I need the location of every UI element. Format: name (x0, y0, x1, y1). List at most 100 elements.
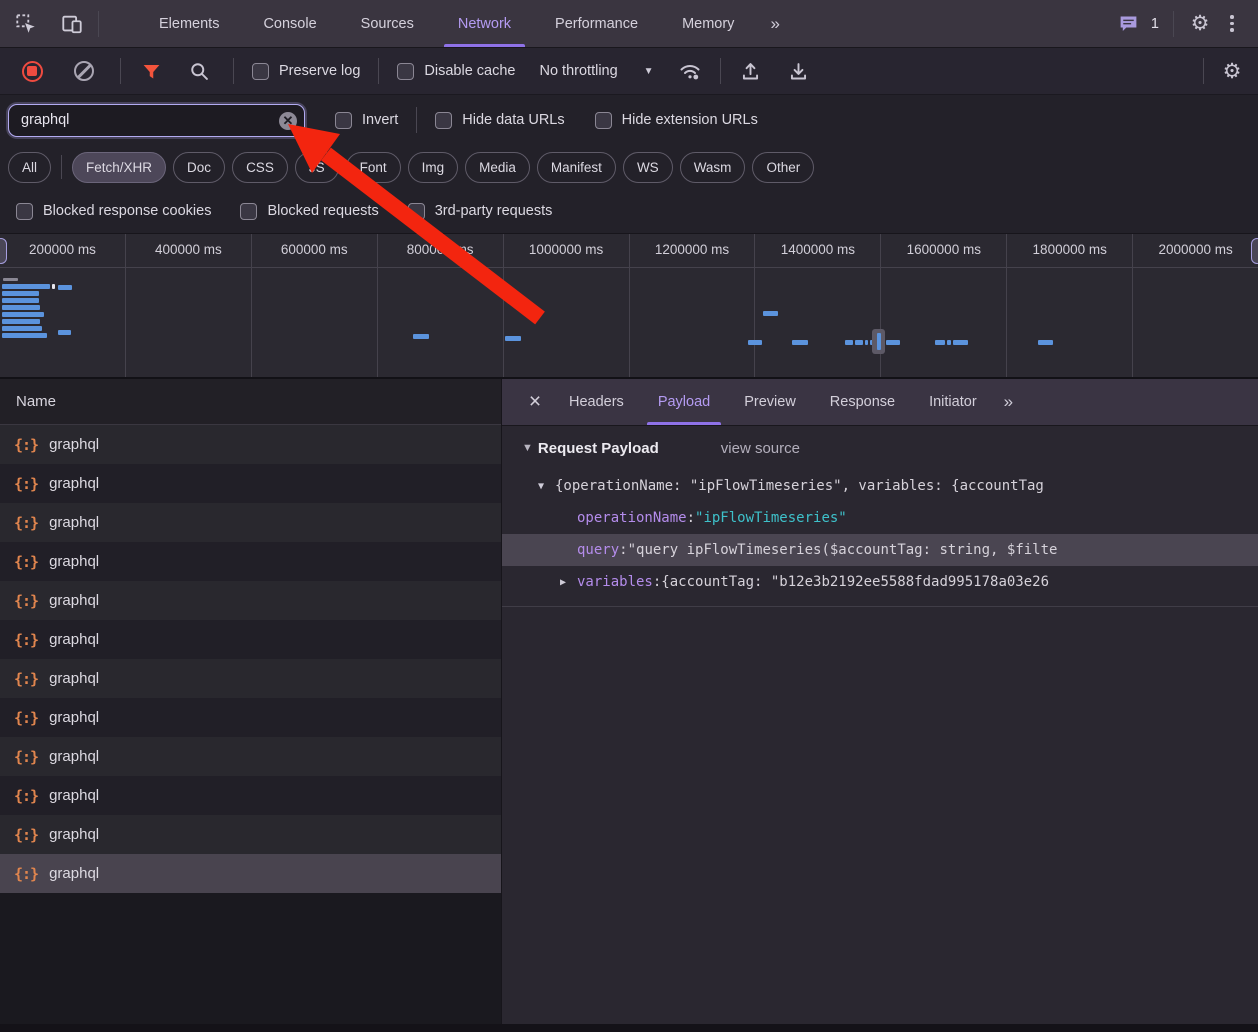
selected-request-marker[interactable] (872, 329, 885, 354)
network-overview-timeline[interactable]: 200000 ms400000 ms600000 ms800000 ms1000… (0, 233, 1258, 379)
network-conditions-button[interactable] (674, 55, 706, 87)
waterfall-bar[interactable] (58, 330, 71, 335)
waterfall-bar[interactable] (953, 340, 968, 345)
hide-data-urls-checkbox[interactable] (435, 112, 452, 129)
waterfall-bar[interactable] (52, 284, 55, 289)
waterfall-bar[interactable] (2, 305, 40, 310)
waterfall-bar[interactable] (748, 340, 762, 345)
waterfall-bar[interactable] (792, 340, 808, 345)
waterfall-bar[interactable] (2, 284, 50, 289)
request-row[interactable]: {:}graphql (0, 776, 501, 815)
filter-toggle-button[interactable] (135, 55, 167, 87)
request-row[interactable]: {:}graphql (0, 815, 501, 854)
detail-tab-headers[interactable]: Headers (552, 379, 641, 425)
blocked-requests-checkbox[interactable] (240, 203, 257, 220)
waterfall-bar[interactable] (2, 312, 44, 317)
waterfall-bar[interactable] (2, 326, 42, 331)
chip-other[interactable]: Other (752, 152, 814, 183)
view-source-link[interactable]: view source (721, 440, 800, 457)
waterfall-bar[interactable] (505, 336, 521, 341)
waterfall-bar[interactable] (947, 340, 951, 345)
waterfall-bar[interactable] (2, 291, 39, 296)
3rd-party-requests-checkbox[interactable] (408, 203, 425, 220)
preserve-log-checkbox[interactable] (252, 63, 269, 80)
chip-js[interactable]: JS (295, 152, 339, 183)
tab-sources[interactable]: Sources (339, 0, 436, 47)
request-row[interactable]: {:}graphql (0, 503, 501, 542)
more-panels-button[interactable]: » (756, 0, 791, 47)
waterfall-bar[interactable] (865, 340, 868, 345)
clear-filter-icon[interactable]: ✕ (279, 112, 297, 130)
close-detail-button[interactable]: × (518, 379, 552, 425)
hide-extension-urls-checkbox[interactable] (595, 112, 612, 129)
disable-cache-checkbox[interactable] (397, 63, 414, 80)
device-toolbar-button[interactable] (56, 8, 88, 40)
waterfall-bar[interactable] (935, 340, 945, 345)
chip-fetch-xhr[interactable]: Fetch/XHR (72, 152, 166, 183)
tab-performance[interactable]: Performance (533, 0, 660, 47)
request-row[interactable]: {:}graphql (0, 659, 501, 698)
waterfall-bar[interactable] (763, 311, 778, 316)
waterfall-bar[interactable] (413, 334, 429, 339)
waterfall-bar[interactable] (886, 340, 900, 345)
detail-tab-initiator[interactable]: Initiator (912, 379, 994, 425)
tab-network[interactable]: Network (436, 0, 533, 47)
request-row[interactable]: {:}graphql (0, 854, 501, 893)
request-row[interactable]: {:}graphql (0, 542, 501, 581)
throttling-select[interactable]: No throttling ▼ (539, 63, 653, 79)
chip-img[interactable]: Img (408, 152, 459, 183)
waterfall-bar[interactable] (2, 319, 40, 324)
timeline-right-handle[interactable] (1251, 238, 1258, 264)
waterfall-bar[interactable] (2, 298, 39, 303)
network-settings-button[interactable]: ⚙ (1216, 55, 1248, 87)
more-options-button[interactable] (1216, 8, 1248, 40)
tab-elements[interactable]: Elements (137, 0, 241, 47)
request-row[interactable]: {:}graphql (0, 737, 501, 776)
search-button[interactable] (183, 55, 215, 87)
clear-network-log-button[interactable] (68, 55, 100, 87)
inspect-element-button[interactable] (10, 8, 42, 40)
record-network-log-button[interactable] (16, 55, 48, 87)
name-column-header[interactable]: Name (0, 379, 501, 425)
chip-css[interactable]: CSS (232, 152, 288, 183)
payload-entry-row[interactable]: operationName: "ipFlowTimeseries" (502, 502, 1258, 534)
payload-entry-row[interactable]: query: "query ipFlowTimeseries($accountT… (502, 534, 1258, 566)
chip-font[interactable]: Font (346, 152, 401, 183)
chip-media[interactable]: Media (465, 152, 530, 183)
export-har-button[interactable] (783, 55, 815, 87)
waterfall-bar[interactable] (845, 340, 853, 345)
issues-button[interactable] (1113, 8, 1145, 40)
payload-entry-row[interactable]: ▶variables: {accountTag: "b12e3b2192ee55… (502, 566, 1258, 598)
chip-wasm[interactable]: Wasm (680, 152, 746, 183)
detail-tab-preview[interactable]: Preview (727, 379, 813, 425)
detail-tab-payload[interactable]: Payload (641, 379, 727, 425)
collapse-triangle-icon[interactable]: ▼ (522, 442, 533, 454)
waterfall-bar[interactable] (3, 278, 18, 281)
waterfall-bar[interactable] (1038, 340, 1053, 345)
more-detail-tabs-button[interactable]: » (994, 379, 1021, 425)
filter-input[interactable] (8, 104, 305, 137)
import-har-button[interactable] (735, 55, 767, 87)
chip-manifest[interactable]: Manifest (537, 152, 616, 183)
chip-ws[interactable]: WS (623, 152, 673, 183)
request-row[interactable]: {:}graphql (0, 425, 501, 464)
chip-doc[interactable]: Doc (173, 152, 225, 183)
blocked-response-cookies-checkbox[interactable] (16, 203, 33, 220)
expanded-triangle-icon[interactable]: ▼ (538, 481, 555, 492)
request-row[interactable]: {:}graphql (0, 698, 501, 737)
collapsed-triangle-icon[interactable]: ▶ (560, 577, 577, 588)
detail-tab-response[interactable]: Response (813, 379, 912, 425)
waterfall-bar[interactable] (2, 333, 47, 338)
settings-button[interactable]: ⚙ (1184, 8, 1216, 40)
request-row[interactable]: {:}graphql (0, 620, 501, 659)
waterfall-bar[interactable] (855, 340, 863, 345)
request-row[interactable]: {:}graphql (0, 581, 501, 620)
invert-checkbox[interactable] (335, 112, 352, 129)
tab-memory[interactable]: Memory (660, 0, 756, 47)
request-row[interactable]: {:}graphql (0, 464, 501, 503)
timeline-left-handle[interactable] (0, 238, 7, 264)
chip-all[interactable]: All (8, 152, 51, 183)
waterfall-bar[interactable] (58, 285, 72, 290)
payload-root-row[interactable]: ▼ {operationName: "ipFlowTimeseries", va… (502, 470, 1258, 502)
tab-console[interactable]: Console (241, 0, 338, 47)
